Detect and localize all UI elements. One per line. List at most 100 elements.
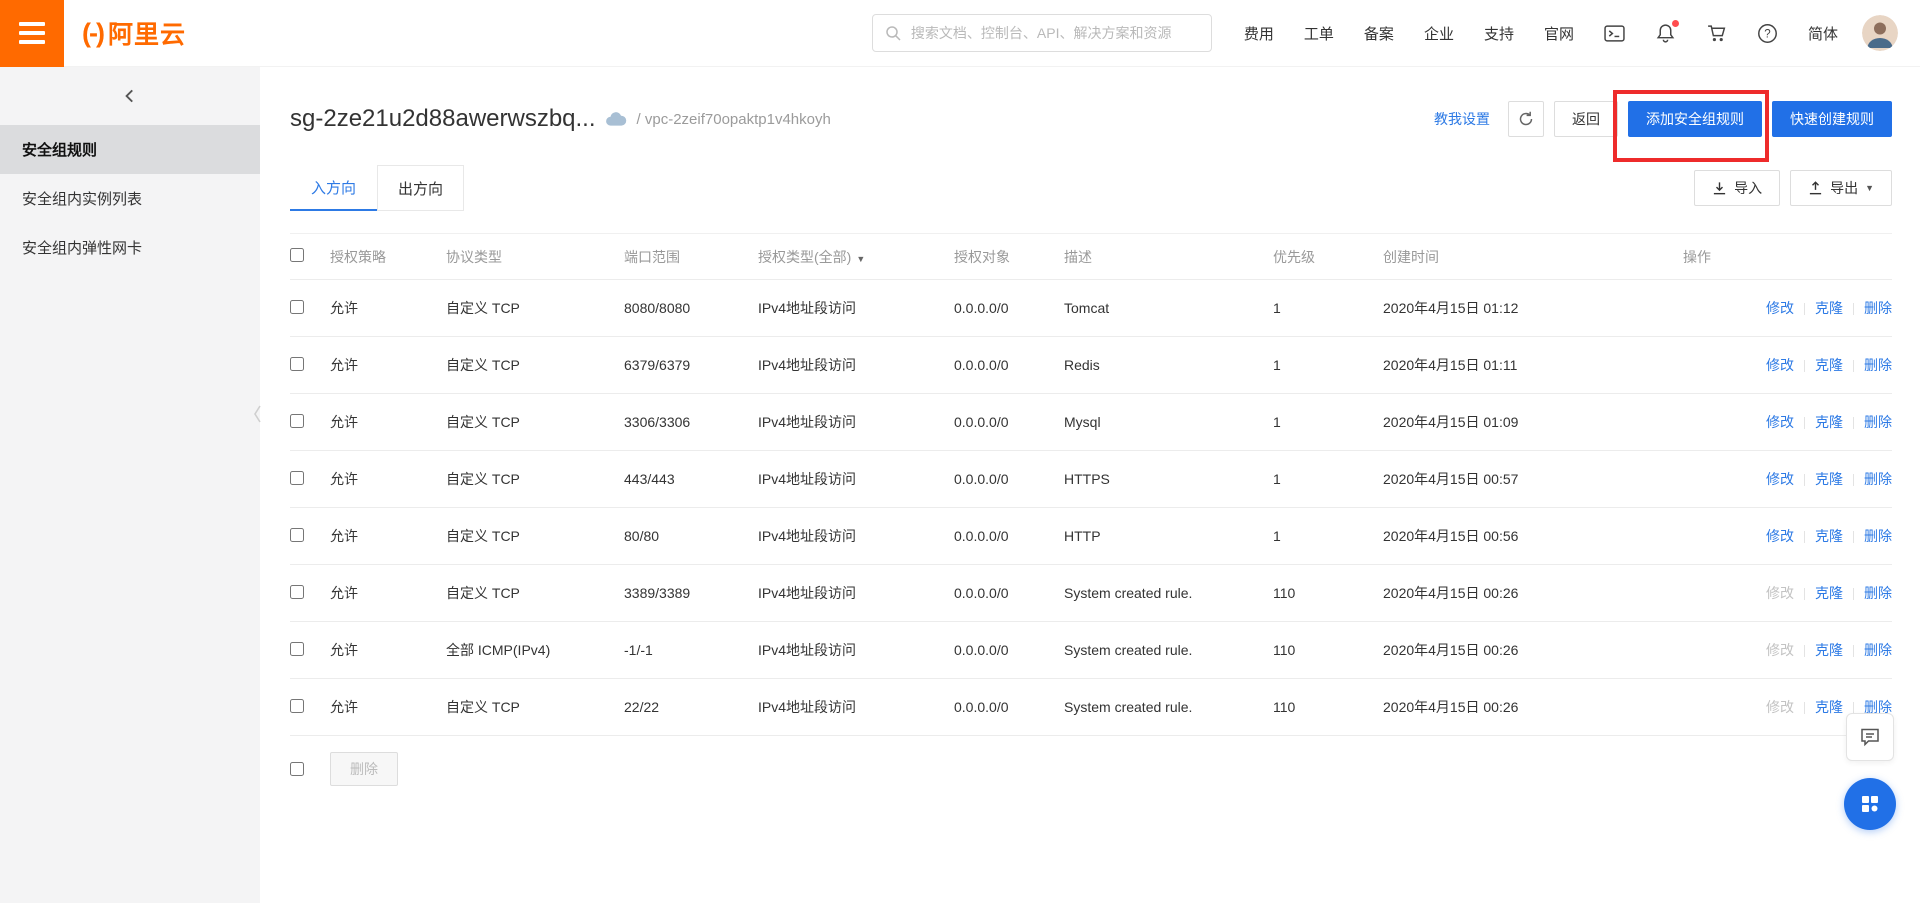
export-upload-icon xyxy=(1808,180,1823,196)
vpc-id-text: / vpc-2zeif70opaktp1v4hkoyh xyxy=(636,110,831,128)
alibaba-cloud-logo[interactable]: (-) 阿里云 xyxy=(82,15,186,51)
policy-cell: 允许 xyxy=(330,678,446,736)
clone-link[interactable]: 克隆 xyxy=(1815,699,1843,715)
auth-type-cell: IPv4地址段访问 xyxy=(758,621,954,679)
table-row: 允许 自定义 TCP 3306/3306 IPv4地址段访问 0.0.0.0/0… xyxy=(290,393,1892,451)
modify-link[interactable]: 修改 xyxy=(1766,471,1794,487)
created-cell: 2020年4月15日 01:11 xyxy=(1383,336,1683,394)
modify-link[interactable]: 修改 xyxy=(1766,357,1794,373)
back-button[interactable]: 返回 xyxy=(1554,101,1618,137)
cart-icon[interactable] xyxy=(1706,23,1727,44)
row-checkbox[interactable] xyxy=(290,413,304,428)
teach-me-link[interactable]: 教我设置 xyxy=(1434,109,1490,129)
nav-support[interactable]: 支持 xyxy=(1484,23,1514,44)
locale-switch[interactable]: 简体 xyxy=(1808,23,1838,44)
nav-enterprise[interactable]: 企业 xyxy=(1424,23,1454,44)
auth-type-cell: IPv4地址段访问 xyxy=(758,336,954,394)
auth-object-cell: 0.0.0.0/0 xyxy=(954,564,1064,622)
delete-link[interactable]: 删除 xyxy=(1864,642,1892,658)
auth-object-cell: 0.0.0.0/0 xyxy=(954,450,1064,508)
protocol-cell: 自定义 TCP xyxy=(446,678,624,736)
clone-link[interactable]: 克隆 xyxy=(1815,528,1843,544)
table-toolbar: 导入 导出 ▼ xyxy=(1694,170,1892,206)
tab-outbound[interactable]: 出方向 xyxy=(377,165,464,211)
batch-delete-button[interactable]: 删除 xyxy=(330,752,398,786)
feedback-button[interactable] xyxy=(1846,713,1894,761)
table-header-row: 授权策略 协议类型 端口范围 授权类型(全部) ▼ 授权对象 描述 优先级 创建时… xyxy=(290,233,1892,280)
delete-link[interactable]: 删除 xyxy=(1864,471,1892,487)
nav-official-site[interactable]: 官网 xyxy=(1544,23,1574,44)
notifications-bell-icon[interactable] xyxy=(1655,19,1679,44)
footer-select-all-checkbox[interactable] xyxy=(290,762,304,776)
nav-billing[interactable]: 费用 xyxy=(1244,23,1274,44)
clone-link[interactable]: 克隆 xyxy=(1815,414,1843,430)
nav-icp[interactable]: 备案 xyxy=(1364,23,1394,44)
clone-link[interactable]: 克隆 xyxy=(1815,357,1843,373)
row-checkbox[interactable] xyxy=(290,584,304,599)
row-checkbox[interactable] xyxy=(290,698,304,713)
refresh-button[interactable] xyxy=(1508,101,1544,137)
help-icon[interactable]: ? xyxy=(1757,23,1778,44)
export-label: 导出 xyxy=(1830,180,1859,196)
sidebar-item-instances-in-group[interactable]: 安全组内实例列表 xyxy=(0,174,260,223)
row-checkbox[interactable] xyxy=(290,470,304,485)
policy-cell: 允许 xyxy=(330,336,446,394)
port-cell: -1/-1 xyxy=(624,621,758,679)
delete-link[interactable]: 删除 xyxy=(1864,357,1892,373)
created-cell: 2020年4月15日 00:26 xyxy=(1383,678,1683,736)
table-row: 允许 自定义 TCP 6379/6379 IPv4地址段访问 0.0.0.0/0… xyxy=(290,336,1892,394)
toolbox-button[interactable] xyxy=(1844,778,1896,830)
description-cell: System created rule. xyxy=(1064,621,1273,679)
policy-cell: 允许 xyxy=(330,564,446,622)
quick-create-rule-button[interactable]: 快速创建规则 xyxy=(1772,101,1892,137)
hamburger-menu-button[interactable] xyxy=(0,0,64,67)
header-created: 创建时间 xyxy=(1383,233,1683,280)
priority-cell: 1 xyxy=(1273,279,1383,337)
select-all-checkbox[interactable] xyxy=(290,248,304,262)
delete-link[interactable]: 删除 xyxy=(1864,300,1892,316)
modify-link[interactable]: 修改 xyxy=(1766,528,1794,544)
delete-link[interactable]: 删除 xyxy=(1864,528,1892,544)
modify-link[interactable]: 修改 xyxy=(1766,414,1794,430)
clone-link[interactable]: 克隆 xyxy=(1815,585,1843,601)
protocol-cell: 自定义 TCP xyxy=(446,450,624,508)
search-icon xyxy=(885,25,901,41)
sidebar-collapse-button[interactable] xyxy=(0,67,260,125)
auth-object-cell: 0.0.0.0/0 xyxy=(954,507,1064,565)
divider xyxy=(1804,360,1805,373)
header-auth-type[interactable]: 授权类型(全部) ▼ xyxy=(758,233,954,280)
import-button[interactable]: 导入 xyxy=(1694,170,1781,206)
row-checkbox[interactable] xyxy=(290,299,304,314)
filter-caret-icon: ▼ xyxy=(856,253,866,264)
clone-link[interactable]: 克隆 xyxy=(1815,642,1843,658)
console-terminal-icon[interactable] xyxy=(1604,23,1625,44)
panel-collapse-handle[interactable] xyxy=(252,403,264,430)
sidebar-item-enis-in-group[interactable]: 安全组内弹性网卡 xyxy=(0,223,260,272)
main-content: sg-2ze21u2d88awerwszbq... / vpc-2zeif70o… xyxy=(260,67,1920,903)
export-button[interactable]: 导出 ▼ xyxy=(1790,170,1892,206)
sidebar: 安全组规则 安全组内实例列表 安全组内弹性网卡 xyxy=(0,67,260,903)
nav-tickets[interactable]: 工单 xyxy=(1304,23,1334,44)
policy-cell: 允许 xyxy=(330,450,446,508)
global-search-box[interactable] xyxy=(871,14,1212,52)
tab-inbound[interactable]: 入方向 xyxy=(290,165,377,211)
protocol-cell: 自定义 TCP xyxy=(446,564,624,622)
search-input[interactable] xyxy=(908,24,1199,42)
row-checkbox[interactable] xyxy=(290,527,304,542)
priority-cell: 1 xyxy=(1273,507,1383,565)
delete-link[interactable]: 删除 xyxy=(1864,414,1892,430)
divider xyxy=(1853,645,1854,658)
modify-link[interactable]: 修改 xyxy=(1766,300,1794,316)
sidebar-item-security-group-rules[interactable]: 安全组规则 xyxy=(0,125,260,174)
auth-type-cell: IPv4地址段访问 xyxy=(758,564,954,622)
add-security-group-rule-button[interactable]: 添加安全组规则 xyxy=(1628,101,1762,137)
policy-cell: 允许 xyxy=(330,621,446,679)
row-checkbox[interactable] xyxy=(290,641,304,656)
auth-type-cell: IPv4地址段访问 xyxy=(758,393,954,451)
clone-link[interactable]: 克隆 xyxy=(1815,300,1843,316)
user-avatar[interactable] xyxy=(1862,15,1898,51)
delete-link[interactable]: 删除 xyxy=(1864,585,1892,601)
actions-cell: 修改 克隆 删除 xyxy=(1683,450,1892,508)
row-checkbox[interactable] xyxy=(290,356,304,371)
clone-link[interactable]: 克隆 xyxy=(1815,471,1843,487)
